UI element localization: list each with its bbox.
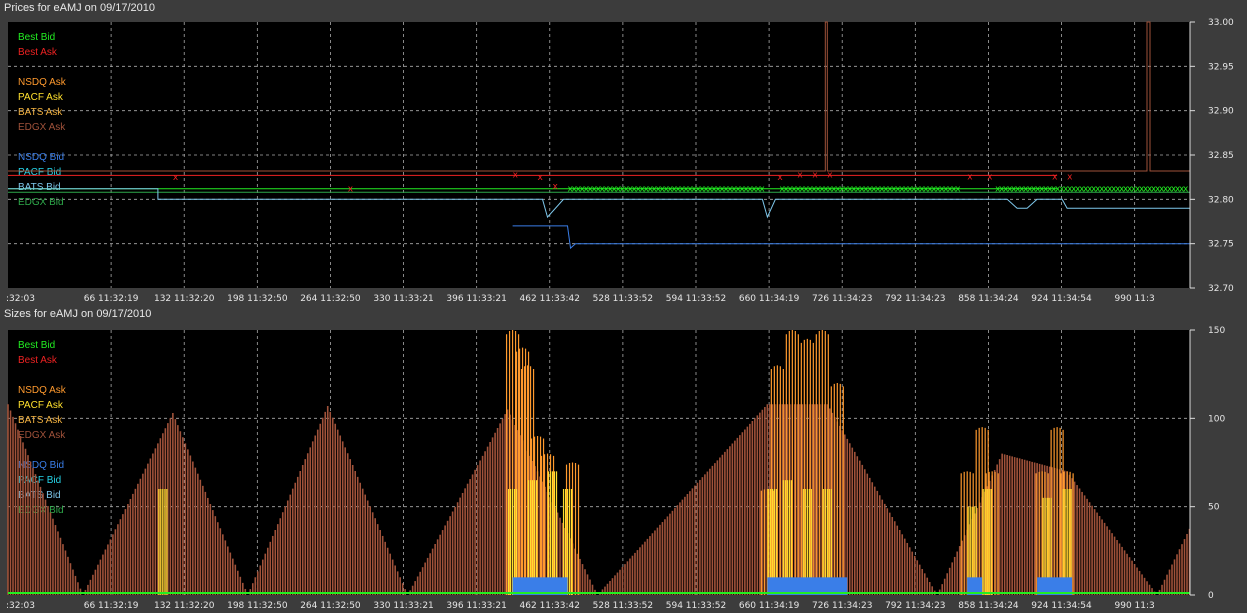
y-tick-label: 33.00	[1208, 18, 1234, 28]
legend-item: PACF Bid	[18, 167, 61, 178]
x-tick-label: 660 11:34:19	[739, 601, 800, 611]
sizes-chart: :32:03 66 11:32:19 132 11:32:20 198 11:32:5…	[6, 326, 1225, 611]
legend-item: Best Bid	[18, 32, 55, 43]
bid-marker: x	[1183, 185, 1189, 195]
y-tick-label: 50	[1208, 503, 1220, 513]
x-tick-label: 264 11:32:50	[300, 294, 361, 304]
x-tick-label: 858 11:34:24	[958, 294, 1019, 304]
sizes-panel: Sizes for eAMJ on 09/17/2010 :32:03 66 11…	[0, 306, 1247, 613]
x-tick-label: 462 11:33:42	[520, 601, 580, 611]
ask-marker: x	[1067, 172, 1073, 182]
legend-item: EDGX Ask	[18, 430, 66, 441]
legend-item: BATS Bid	[18, 490, 61, 501]
legend-item: Best Ask	[18, 355, 58, 366]
x-tick-label: 462 11:33:42	[520, 294, 580, 304]
x-tick-label: 858 11:34:24	[958, 601, 1019, 611]
x-tick-label: 594 11:33:52	[666, 601, 726, 611]
x-tick-label: 396 11:33:21	[446, 294, 506, 304]
ask-marker: x	[173, 173, 179, 183]
bid-marker: x	[759, 185, 765, 195]
ask-marker: x	[553, 182, 559, 192]
x-tick-label: :32:03	[6, 294, 35, 304]
x-tick-label: 924 11:34:54	[1031, 294, 1092, 304]
ask-marker: x	[987, 172, 993, 182]
x-tick-label: 792 11:34:23	[885, 601, 945, 611]
x-tick-label: 132 11:32:20	[154, 601, 215, 611]
x-tick-label: 792 11:34:23	[885, 294, 945, 304]
legend-item: BATS Ask	[18, 415, 63, 426]
y-tick-label: 32.70	[1208, 284, 1234, 294]
legend-item: Best Bid	[18, 340, 55, 351]
x-tick-label: :32:03	[6, 601, 35, 611]
x-tick-label: 132 11:32:20	[154, 294, 215, 304]
x-tick-label: 660 11:34:19	[739, 294, 800, 304]
y-tick-label: 32.75	[1208, 240, 1234, 250]
legend-item: EDGX Ask	[18, 122, 66, 133]
legend-item: EDGX Bid	[18, 197, 64, 208]
legend-item: PACF Bid	[18, 475, 61, 486]
x-tick-label: 990 11:3	[1115, 601, 1155, 611]
x-tick-label: 594 11:33:52	[666, 294, 726, 304]
legend-item: PACF Ask	[18, 400, 64, 411]
x-tick-label: 198 11:32:50	[227, 601, 288, 611]
x-tick-label: 726 11:34:23	[812, 601, 872, 611]
ask-marker: x	[538, 173, 544, 183]
x-tick-label: 528 11:33:52	[593, 601, 653, 611]
ask-marker: x	[513, 171, 519, 181]
ask-marker: x	[967, 172, 973, 182]
x-tick-label: 330 11:33:21	[373, 294, 433, 304]
prices-chart: :32:03 66 11:32:19 132 11:32:20 198 11:32:5…	[6, 18, 1234, 304]
x-tick-label: 396 11:33:21	[446, 601, 506, 611]
x-tick-label: 924 11:34:54	[1031, 601, 1092, 611]
ask-marker: x	[777, 173, 783, 183]
y-tick-label: 32.80	[1208, 195, 1234, 205]
y-tick-label: 32.90	[1208, 107, 1234, 117]
x-tick-label: 66 11:32:19	[84, 294, 139, 304]
x-tick-label: 726 11:34:23	[812, 294, 872, 304]
ask-marker: x	[1052, 172, 1058, 182]
x-tick-label: 330 11:33:21	[373, 601, 433, 611]
legend-item: NSDQ Bid	[18, 152, 64, 163]
x-tick-label: 66 11:32:19	[84, 601, 139, 611]
ask-marker: x	[797, 171, 803, 181]
y-tick-label: 32.85	[1208, 151, 1234, 161]
y-tick-label: 100	[1208, 414, 1225, 424]
legend-item: NSDQ Ask	[18, 77, 67, 88]
ask-marker: x	[812, 171, 818, 181]
legend-item: BATS Bid	[18, 182, 61, 193]
y-tick-label: 0	[1208, 591, 1214, 601]
x-tick-label: 990 11:3	[1115, 294, 1155, 304]
bid-marker: x	[955, 185, 961, 195]
legend-item: NSDQ Ask	[18, 385, 67, 396]
ask-marker: x	[827, 171, 833, 181]
y-tick-label: 32.95	[1208, 62, 1234, 72]
legend-item: BATS Ask	[18, 107, 63, 118]
y-tick-label: 150	[1208, 326, 1225, 336]
ask-marker: x	[348, 185, 354, 195]
legend-item: Best Ask	[18, 47, 58, 58]
x-tick-label: 528 11:33:52	[593, 294, 653, 304]
x-tick-label: 198 11:32:50	[227, 294, 288, 304]
legend-item: PACF Ask	[18, 92, 64, 103]
prices-panel: Prices for eAMJ on 09/17/2010 :32:03 66 1…	[0, 0, 1247, 306]
x-tick-label: 264 11:32:50	[300, 601, 361, 611]
